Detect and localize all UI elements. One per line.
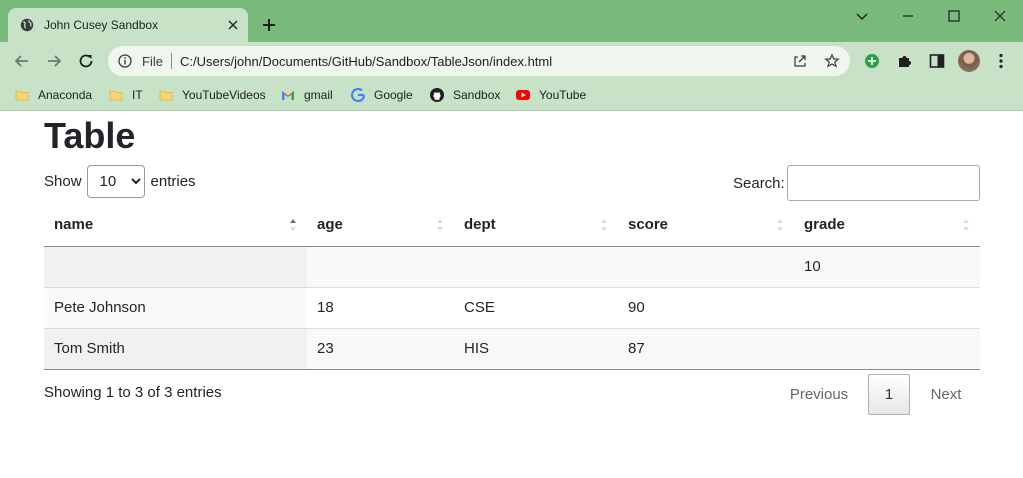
kebab-menu-icon[interactable] (992, 52, 1010, 70)
bookmark-label: YouTubeVideos (182, 88, 266, 102)
column-header-score[interactable]: score (618, 204, 794, 247)
url-scheme-label: File (142, 54, 163, 69)
bookmark-youtubevideos[interactable]: YouTubeVideos (158, 86, 266, 104)
table-header-row: name age dept score grade (44, 204, 980, 247)
bookmark-anaconda[interactable]: Anaconda (14, 86, 92, 104)
bookmark-it[interactable]: IT (108, 86, 143, 104)
folder-icon (15, 90, 29, 101)
data-table: name age dept score grade 10 Pete Johnso… (44, 204, 980, 370)
url-text[interactable]: C:/Users/john/Documents/GitHub/Sandbox/T… (180, 54, 552, 69)
maximize-icon[interactable] (946, 8, 962, 24)
sort-asc-icon (290, 219, 296, 231)
cell-dept (454, 246, 618, 288)
cell-score (618, 246, 794, 288)
entries-length-control: Show 10 entries (44, 165, 196, 198)
column-header-label: name (54, 216, 94, 234)
search-input[interactable] (786, 165, 980, 201)
cell-grade: 10 (794, 246, 980, 288)
sort-both-icon (601, 219, 607, 231)
length-label-entries: entries (150, 173, 196, 190)
folder-icon (109, 90, 123, 101)
browser-titlebar: John Cusey Sandbox (0, 0, 1023, 42)
column-header-label: dept (464, 216, 496, 234)
profile-avatar[interactable] (958, 50, 980, 72)
bookmark-label: Google (374, 88, 413, 102)
sort-both-icon (963, 219, 969, 231)
cell-age (307, 246, 454, 288)
page-title: Table (44, 115, 136, 156)
browser-tab[interactable]: John Cusey Sandbox (8, 8, 248, 42)
column-header-label: grade (804, 216, 845, 234)
cell-grade (794, 287, 980, 329)
cell-name (44, 246, 307, 288)
sort-both-icon (777, 219, 783, 231)
page-content: Table Show 10 entries Search: name age d… (0, 112, 1023, 478)
cell-score: 90 (618, 287, 794, 329)
column-header-age[interactable]: age (307, 204, 454, 247)
extension-icon[interactable] (863, 52, 881, 70)
bookmark-label: Sandbox (453, 88, 501, 102)
tab-search-chevron-icon[interactable] (854, 8, 870, 24)
reload-icon[interactable] (77, 52, 95, 70)
gmail-icon (282, 91, 294, 100)
share-icon[interactable] (792, 53, 808, 69)
close-tab-icon[interactable] (226, 18, 240, 32)
bookmark-gmail[interactable]: gmail (280, 86, 333, 104)
column-header-grade[interactable]: grade (794, 204, 980, 247)
cell-dept: HIS (454, 328, 618, 370)
table-row: Pete Johnson 18 CSE 90 (44, 287, 980, 329)
cell-age: 18 (307, 287, 454, 329)
puzzle-extensions-icon[interactable] (896, 52, 914, 70)
bookmark-label: YouTube (539, 88, 587, 102)
entries-per-page-select[interactable]: 10 (86, 165, 145, 198)
address-bar[interactable]: File C:/Users/john/Documents/GitHub/Sand… (108, 46, 850, 76)
cell-name: Tom Smith (44, 328, 307, 370)
browser-toolbar: File C:/Users/john/Documents/GitHub/Sand… (0, 42, 1023, 80)
sort-both-icon (437, 219, 443, 231)
bookmark-google[interactable]: Google (350, 86, 413, 104)
cell-age: 23 (307, 328, 454, 370)
forward-arrow-icon[interactable] (45, 52, 63, 70)
youtube-icon (516, 90, 530, 100)
search-control: Search: (733, 165, 980, 201)
bookmark-label: IT (132, 88, 143, 102)
tab-title: John Cusey Sandbox (44, 18, 159, 32)
cell-name: Pete Johnson (44, 287, 307, 329)
page-1-button[interactable]: 1 (868, 374, 910, 415)
bookmark-sandbox[interactable]: Sandbox (429, 86, 500, 104)
cell-grade (794, 328, 980, 370)
side-panel-icon[interactable] (928, 52, 946, 70)
new-tab-icon[interactable] (261, 17, 277, 33)
cell-score: 87 (618, 328, 794, 370)
previous-page-button[interactable]: Previous (776, 374, 862, 415)
google-icon (350, 87, 366, 103)
next-page-button[interactable]: Next (918, 374, 974, 415)
search-label: Search: (733, 174, 785, 192)
folder-icon (159, 90, 173, 101)
column-header-label: age (317, 216, 343, 234)
cell-dept: CSE (454, 287, 618, 329)
bookmark-label: Anaconda (38, 88, 93, 102)
omnibox-divider (171, 53, 172, 69)
bookmark-youtube[interactable]: YouTube (515, 86, 586, 104)
globe-icon (20, 18, 34, 32)
table-row: Tom Smith 23 HIS 87 (44, 328, 980, 370)
length-label-show: Show (44, 173, 82, 190)
minimize-icon[interactable] (900, 8, 916, 24)
column-header-label: score (628, 216, 669, 234)
bookmark-star-icon[interactable] (824, 53, 840, 69)
table-row: 10 (44, 246, 980, 288)
github-icon (430, 88, 444, 102)
column-header-dept[interactable]: dept (454, 204, 618, 247)
close-window-icon[interactable] (992, 8, 1008, 24)
bookmark-label: gmail (304, 88, 333, 102)
table-info: Showing 1 to 3 of 3 entries (44, 384, 222, 401)
column-header-name[interactable]: name (44, 204, 307, 247)
bookmarks-bar: Anaconda IT YouTubeVideos gmail Google S… (0, 80, 1023, 111)
info-icon[interactable] (118, 54, 132, 68)
back-arrow-icon[interactable] (13, 52, 31, 70)
